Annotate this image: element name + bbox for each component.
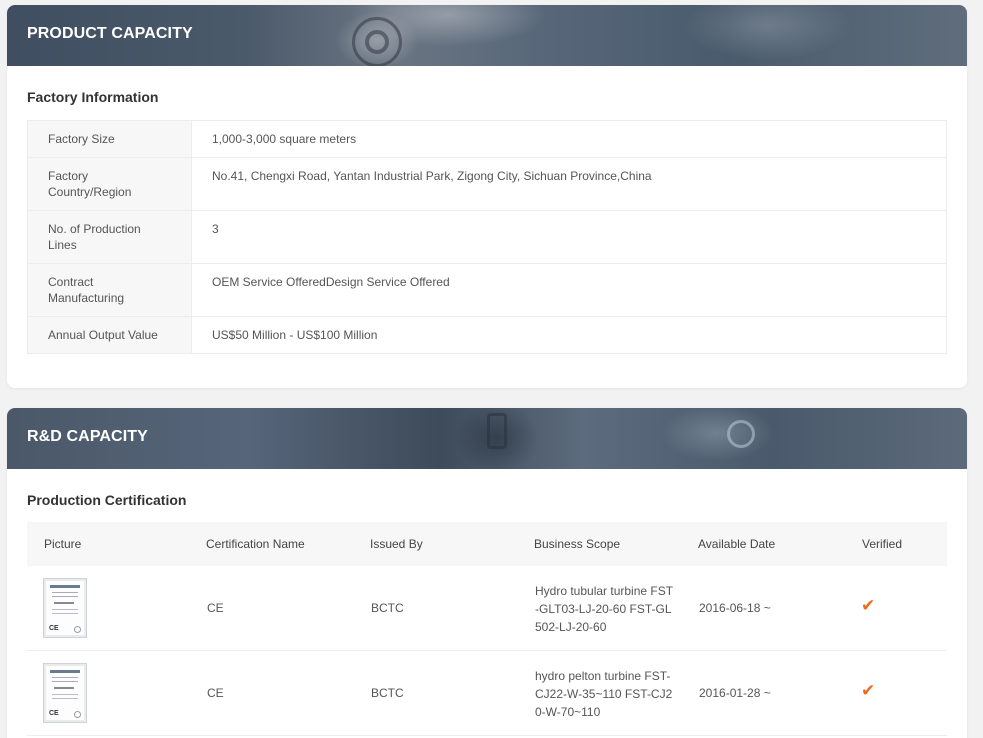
rd-capacity-title: R&D CAPACITY [27,428,148,445]
row-label: Factory Country/Region [27,157,192,211]
row-value: No.41, Chengxi Road, Yantan Industrial P… [191,157,947,211]
available-date: 2016-01-28 ~ [699,686,771,700]
row-label: Factory Size [27,120,192,158]
certificate-thumbnail[interactable]: CE [43,578,87,638]
factory-info-table: Factory Size 1,000-3,000 square meters F… [27,120,947,354]
issued-by: BCTC [371,601,404,615]
row-value: 3 [191,210,947,264]
product-capacity-card: PRODUCT CAPACITY Factory Information Fac… [7,5,967,388]
column-header-verified: Verified [862,537,903,551]
row-label: No. of Production Lines [27,210,192,264]
certification-table-header: Picture Certification Name Issued By Bus… [27,522,947,566]
rd-capacity-banner: R&D CAPACITY [7,408,967,469]
column-header-available-date: Available Date [698,537,776,551]
table-row: No. of Production Lines 3 [27,210,947,264]
row-value: OEM Service OfferedDesign Service Offere… [191,263,947,317]
check-icon: ✔ [861,596,876,615]
column-header-business-scope: Business Scope [534,537,621,551]
factory-information-heading: Factory Information [27,89,159,105]
product-capacity-title: PRODUCT CAPACITY [27,25,193,42]
row-label: Contract Manufacturing [27,263,192,317]
row-value: 1,000-3,000 square meters [191,120,947,158]
column-header-certification-name: Certification Name [206,537,305,551]
available-date: 2016-06-18 ~ [699,601,771,615]
table-row: Factory Country/Region No.41, Chengxi Ro… [27,157,947,211]
banner-cylinder-decoration [487,413,507,449]
row-label: Annual Output Value [27,316,192,354]
row-value: US$50 Million - US$100 Million [191,316,947,354]
table-row: CE CE BCTC hydro pelton turbine FST-CJ22… [27,651,947,736]
business-scope: hydro pelton turbine FST-CJ22-W-35~110 F… [535,669,673,719]
table-row: Annual Output Value US$50 Million - US$1… [27,316,947,354]
production-certification-heading: Production Certification [27,492,187,508]
check-icon: ✔ [861,681,876,700]
table-row: Contract Manufacturing OEM Service Offer… [27,263,947,317]
certification-name: CE [207,686,224,700]
business-scope: Hydro tubular turbine FST-GLT03-LJ-20-60… [535,584,674,634]
banner-wheel-decoration [727,420,755,448]
column-header-issued-by: Issued By [370,537,423,551]
table-row: CE CE BCTC Hydro tubular turbine FST-GLT… [27,566,947,651]
certificate-thumbnail[interactable]: CE [43,663,87,723]
table-row: Factory Size 1,000-3,000 square meters [27,120,947,158]
product-capacity-banner: PRODUCT CAPACITY [7,5,967,66]
banner-gear-decoration [365,30,389,54]
issued-by: BCTC [371,686,404,700]
column-header-picture: Picture [44,537,82,551]
rd-capacity-card: R&D CAPACITY Production Certification Pi… [7,408,967,738]
certification-name: CE [207,601,224,615]
